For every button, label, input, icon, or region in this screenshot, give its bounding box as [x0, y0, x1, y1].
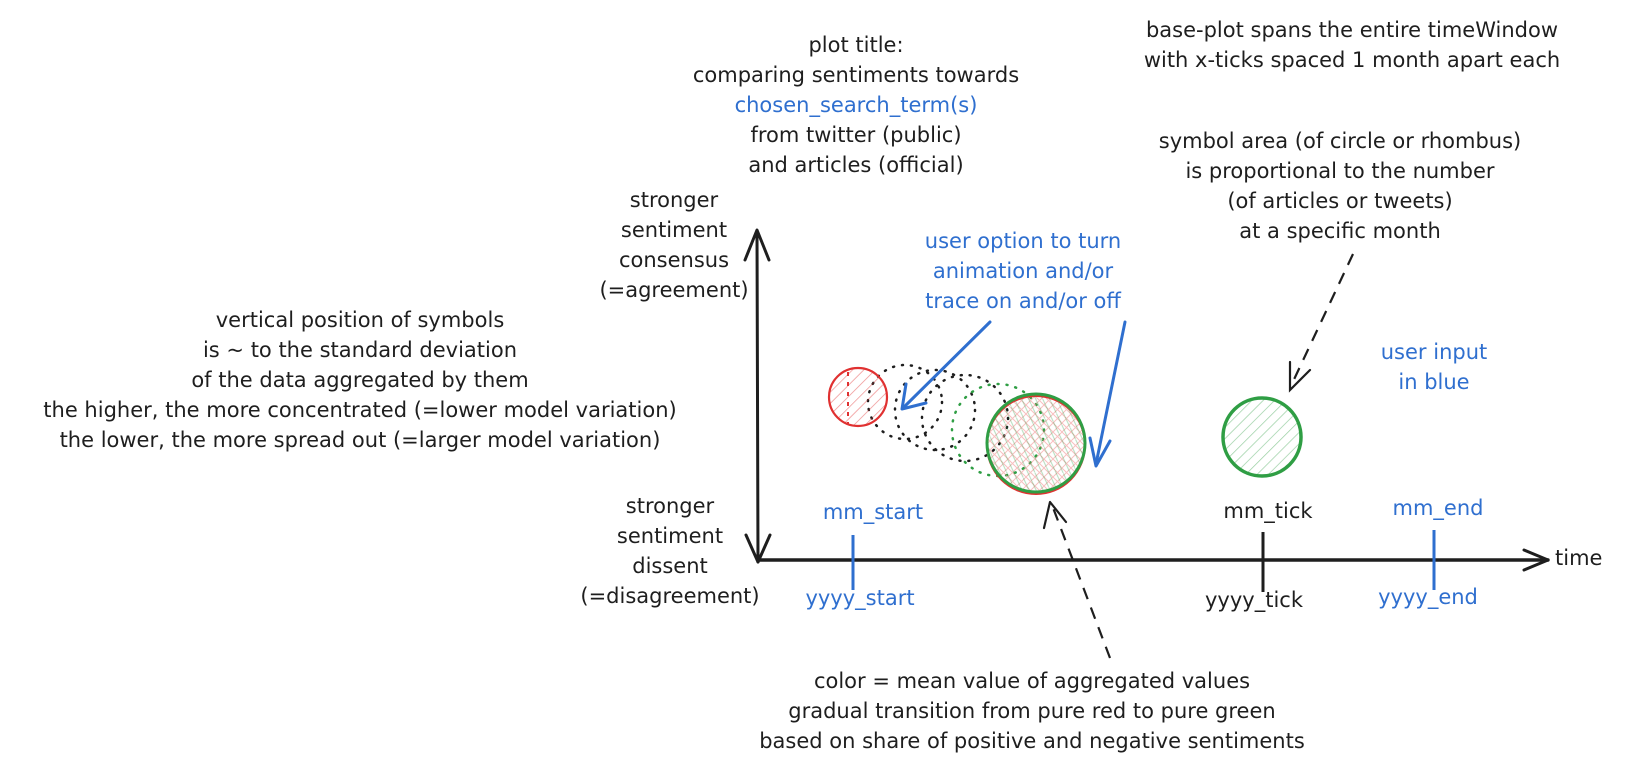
tick-start-month: mm_start: [823, 500, 923, 525]
tick-end: mm_end yyyy_end: [1378, 496, 1483, 610]
base-plot-note: base-plot spans the entire timeWindow wi…: [1144, 18, 1560, 72]
animation-note-line: user option to turn: [925, 229, 1121, 253]
vertical-note-line: is ~ to the standard deviation: [203, 338, 517, 362]
y-axis-bottom-label: stronger sentiment dissent (=disagreemen…: [580, 494, 759, 608]
symbol-area-note-line: at a specific month: [1239, 219, 1441, 243]
symbol-area-note-line: (of articles or tweets): [1227, 189, 1452, 213]
color-note-line: color = mean value of aggregated values: [814, 669, 1250, 693]
user-input-note-line: user input: [1381, 340, 1488, 364]
color-note-line: based on share of positive and negative …: [759, 729, 1305, 753]
y-top-line: sentiment: [621, 218, 727, 242]
tick-end-month: mm_end: [1393, 496, 1484, 521]
tick-mid: mm_tick yyyy_tick: [1205, 499, 1313, 613]
current-symbol-circle-overlay: [985, 392, 1087, 494]
sentiment-plot-sketch: plot title: comparing sentiments towards…: [43, 18, 1602, 753]
vertical-note-line: vertical position of symbols: [216, 308, 505, 332]
animation-note-line: trace on and/or off: [925, 289, 1121, 313]
color-note-arrow: [1050, 504, 1112, 659]
title-note-line: and articles (official): [748, 153, 963, 177]
y-bottom-line: dissent: [632, 554, 708, 578]
base-plot-note-line: base-plot spans the entire timeWindow: [1146, 18, 1558, 42]
symbol-area-arrow: [1289, 253, 1354, 389]
tick-start: mm_start yyyy_start: [805, 500, 923, 611]
symbol-area-note: symbol area (of circle or rhombus) is pr…: [1159, 129, 1521, 243]
y-top-line: (=agreement): [599, 278, 748, 302]
y-bottom-line: stronger: [626, 494, 715, 518]
symbol-area-note-line: is proportional to the number: [1185, 159, 1494, 183]
y-top-line: consensus: [619, 248, 729, 272]
tick-symbol-circle: [1221, 396, 1303, 478]
animation-arrow-to-trace: [901, 320, 992, 410]
base-plot-note-line: with x-ticks spaced 1 month apart each: [1144, 48, 1560, 72]
title-note-line: plot title:: [808, 33, 903, 57]
y-top-line: stronger: [630, 188, 719, 212]
tick-mid-month: mm_tick: [1223, 499, 1313, 524]
y-axis-top-label: stronger sentiment consensus (=agreement…: [599, 188, 748, 302]
vertical-note-line: the lower, the more spread out (=larger …: [60, 428, 661, 452]
tick-end-year: yyyy_end: [1378, 585, 1478, 610]
color-note: color = mean value of aggregated values …: [759, 669, 1305, 753]
y-axis: [755, 230, 760, 564]
symbol-area-note-line: symbol area (of circle or rhombus): [1159, 129, 1521, 153]
start-symbol-circle: [827, 366, 889, 428]
title-note-line: comparing sentiments towards: [693, 63, 1019, 87]
title-note-line: from twitter (public): [750, 123, 961, 147]
symbol-area-arrowhead: [1288, 360, 1312, 393]
y-bottom-line: (=disagreement): [580, 584, 759, 608]
vertical-position-note: vertical position of symbols is ~ to the…: [43, 308, 676, 452]
tick-start-year: yyyy_start: [805, 586, 914, 611]
x-axis-label: time: [1555, 546, 1602, 570]
color-note-line: gradual transition from pure red to pure…: [788, 699, 1275, 723]
tick-mid-year: yyyy_tick: [1205, 588, 1304, 613]
user-input-legend: user input in blue: [1381, 340, 1488, 394]
user-input-note-line: in blue: [1398, 370, 1469, 394]
vertical-note-line: the higher, the more concentrated (=lowe…: [43, 398, 676, 422]
search-term-placeholder: chosen_search_term(s): [735, 93, 978, 118]
vertical-note-line: of the data aggregated by them: [191, 368, 528, 392]
animation-note-line: animation and/or: [933, 259, 1114, 283]
y-bottom-line: sentiment: [617, 524, 723, 548]
plot-title-note: plot title: comparing sentiments towards…: [693, 33, 1019, 177]
trace-circle: [893, 368, 977, 452]
animation-option-note: user option to turn animation and/or tra…: [925, 229, 1122, 313]
